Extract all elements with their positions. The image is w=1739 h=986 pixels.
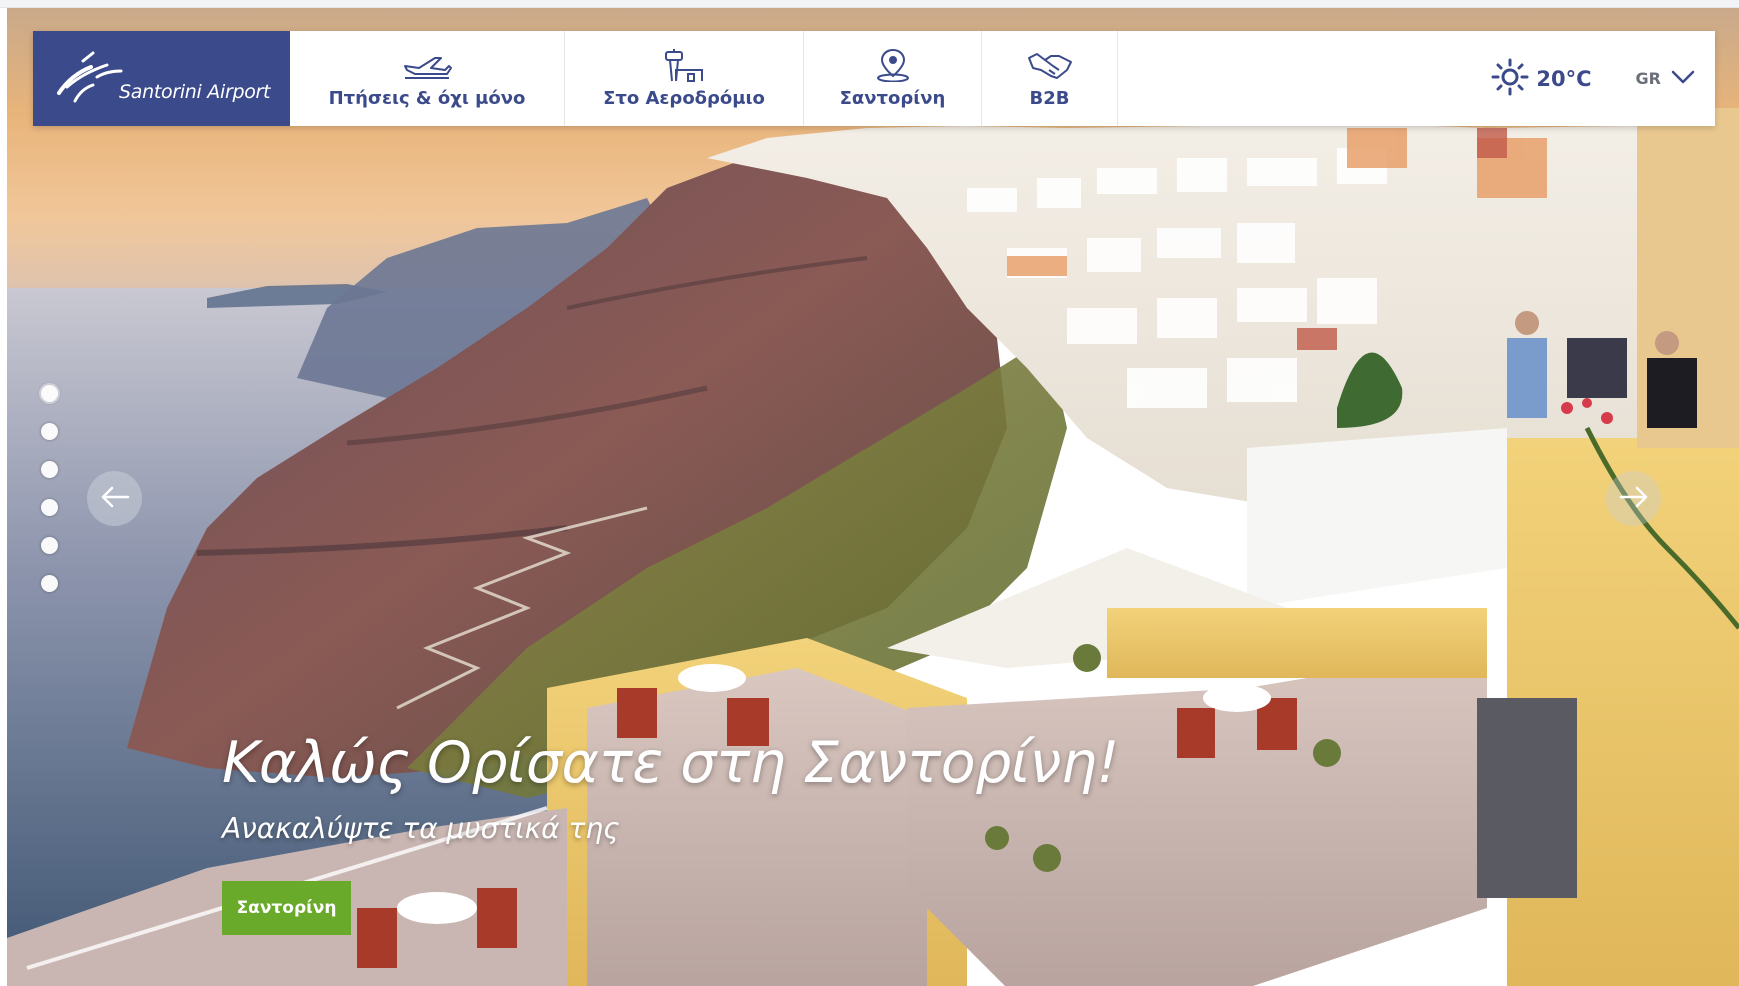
nav-item-label: B2B (1029, 88, 1070, 109)
hero-title: Καλώς Ορίσατε στη Σαντορίνη! (222, 730, 1119, 796)
site-logo-text: Santorini Airport (119, 81, 271, 103)
language-selector[interactable]: GR (1636, 69, 1695, 88)
slider-next-button[interactable] (1606, 471, 1661, 526)
slider-pagination (41, 385, 59, 613)
hero-subtitle: Ανακαλύψτε τα μυστικά της (222, 812, 620, 845)
weather-temperature: 20°C (1536, 66, 1592, 91)
slider-dot[interactable] (41, 499, 58, 516)
header-utilities: 20°C GR (1490, 31, 1715, 126)
nav-item-label: Σαντορίνη (839, 88, 946, 109)
slider-dot[interactable] (41, 461, 58, 478)
arrow-right-icon (1619, 485, 1649, 513)
slider-dot[interactable] (41, 537, 58, 554)
hero-cta-button[interactable]: Σαντορίνη (222, 881, 351, 935)
handshake-icon (1027, 48, 1073, 82)
location-pin-icon (875, 48, 911, 82)
nav-item-airport[interactable]: Στο Αεροδρόμιο (565, 31, 804, 126)
nav-item-label: Πτήσεις & όχι μόνο (328, 88, 526, 109)
nav-item-label: Στο Αεροδρόμιο (603, 88, 765, 109)
control-tower-icon (662, 48, 706, 82)
nav-item-santorini[interactable]: Σαντορίνη (804, 31, 982, 126)
nav-item-flights[interactable]: Πτήσεις & όχι μόνο (290, 31, 565, 126)
arrow-left-icon (100, 485, 130, 513)
slider-prev-button[interactable] (87, 471, 142, 526)
language-code: GR (1635, 69, 1661, 88)
chevron-down-icon (1671, 69, 1695, 88)
airport-logo-icon (57, 51, 123, 102)
slider-dot[interactable] (41, 385, 58, 402)
airplane-takeoff-icon (401, 48, 453, 82)
weather-widget: 20°C (1490, 57, 1592, 101)
main-nav: Πτήσεις & όχι μόνο Στο Αεροδρόμιο Σαντορ… (290, 31, 1118, 126)
nav-item-b2b[interactable]: B2B (982, 31, 1118, 126)
page-top-strip (0, 0, 1739, 8)
site-header: Santorini Airport Πτήσεις & όχι μόνο Στο… (33, 31, 1715, 126)
sun-icon (1490, 57, 1530, 101)
slider-dot[interactable] (41, 575, 58, 592)
site-logo[interactable]: Santorini Airport (33, 31, 290, 126)
slider-dot[interactable] (41, 423, 58, 440)
